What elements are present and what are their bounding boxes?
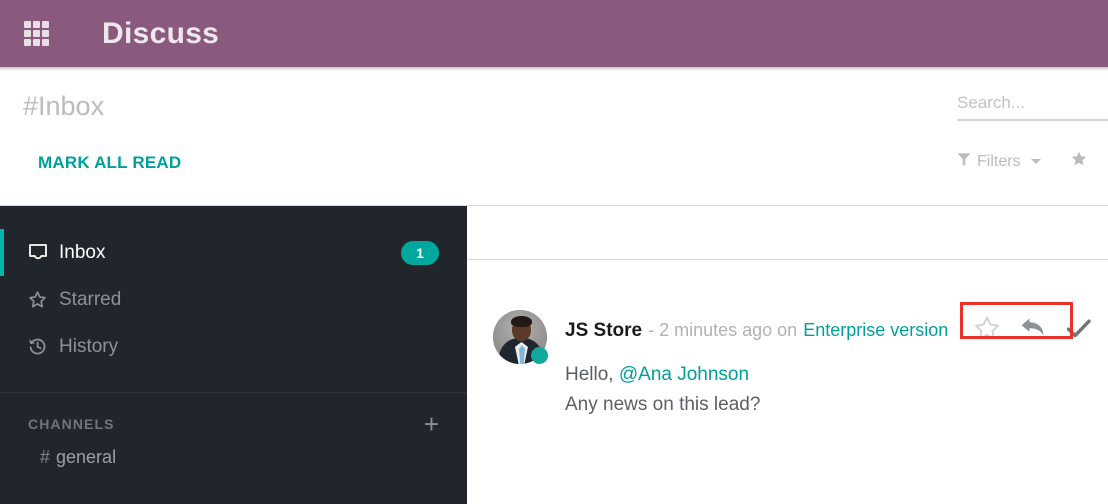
history-icon <box>28 337 54 356</box>
search-options-row: Filters <box>957 151 1093 172</box>
message-header: JS Store - 2 minutes ago on Enterprise v… <box>565 302 1108 350</box>
avatar[interactable] <box>493 310 548 364</box>
online-status-dot <box>531 347 548 364</box>
discuss-app-window: Discuss #Inbox MARK ALL READ Filters <box>0 0 1108 504</box>
mailbox-list: Inbox 1 Starred History <box>0 206 467 370</box>
star-icon <box>28 290 54 309</box>
message-line-1: Hello, @Ana Johnson <box>565 363 1108 387</box>
favorites-dropdown-button[interactable] <box>1071 151 1093 172</box>
app-header-shadow <box>0 67 1108 71</box>
funnel-icon <box>957 152 971 171</box>
hash-icon: # <box>40 446 51 467</box>
message-line-2: Any news on this lead? <box>565 393 1108 417</box>
thread-toolbar <box>467 206 1108 260</box>
sidebar-channel-general[interactable]: # general <box>0 437 467 477</box>
inbox-icon <box>28 243 54 262</box>
mark-all-read-button[interactable]: MARK ALL READ <box>38 153 181 173</box>
sidebar-item-label: Inbox <box>59 241 106 263</box>
message-item: JS Store - 2 minutes ago on Enterprise v… <box>467 260 1108 418</box>
sidebar-item-starred[interactable]: Starred <box>0 276 467 323</box>
message-text: Any news on this lead? <box>565 394 761 416</box>
message-actions-group <box>960 302 1104 350</box>
message-author: JS Store <box>565 319 643 341</box>
chevron-down-icon <box>1030 159 1041 164</box>
sidebar-item-label: Starred <box>59 288 122 310</box>
message-document-link[interactable]: Enterprise version <box>803 321 948 339</box>
app-title: Discuss <box>102 16 220 50</box>
inbox-unread-badge: 1 <box>401 240 439 265</box>
message-thread-panel: JS Store - 2 minutes ago on Enterprise v… <box>467 206 1108 504</box>
search-input[interactable] <box>957 91 1108 121</box>
channel-label: general <box>56 446 117 467</box>
sidebar: Inbox 1 Starred History CHANNELS + # gen… <box>0 206 467 504</box>
control-panel: #Inbox MARK ALL READ Filters <box>0 67 1108 206</box>
filters-label: Filters <box>977 152 1021 170</box>
message-timestamp: - 2 minutes ago on <box>648 320 798 340</box>
sidebar-item-inbox[interactable]: Inbox 1 <box>0 229 467 276</box>
channels-section-header: CHANNELS + <box>0 393 467 437</box>
add-channel-button[interactable]: + <box>424 411 439 437</box>
app-header-bar: Discuss <box>0 0 1108 67</box>
apps-menu-button[interactable] <box>0 0 72 67</box>
user-mention[interactable]: @Ana Johnson <box>619 364 749 385</box>
reply-arrow-icon[interactable] <box>1020 317 1046 344</box>
search-box <box>957 91 1108 121</box>
channels-label: CHANNELS <box>28 416 115 432</box>
check-icon[interactable] <box>1066 318 1092 343</box>
sidebar-item-label: History <box>59 335 119 357</box>
breadcrumb: #Inbox <box>23 91 105 121</box>
grid-apps-icon <box>23 21 49 46</box>
message-text: Hello, <box>565 364 619 385</box>
star-filled-icon <box>1071 151 1087 172</box>
message-body: JS Store - 2 minutes ago on Enterprise v… <box>565 302 1108 418</box>
sidebar-item-history[interactable]: History <box>0 323 467 370</box>
star-outline-icon[interactable] <box>974 316 1000 344</box>
filters-dropdown-button[interactable]: Filters <box>957 152 1041 171</box>
